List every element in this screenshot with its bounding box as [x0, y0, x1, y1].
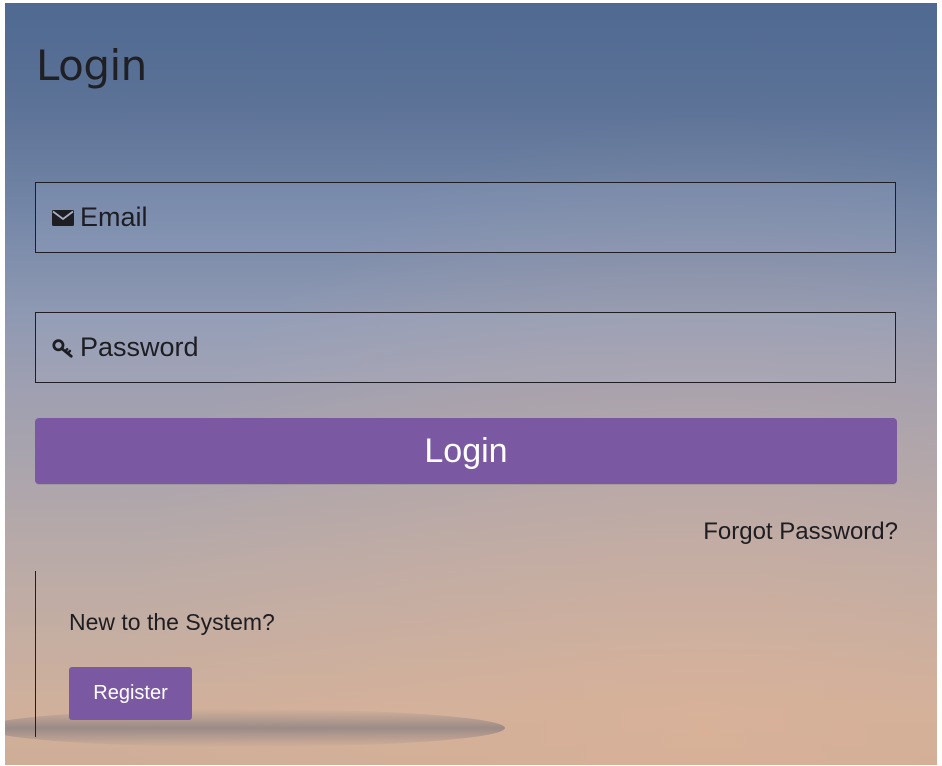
envelope-icon	[52, 207, 74, 229]
register-button[interactable]: Register	[69, 667, 192, 720]
login-page: Login Login Forgot Password? New to the …	[5, 3, 937, 765]
forgot-password-link[interactable]: Forgot Password?	[703, 518, 898, 546]
key-icon	[52, 337, 74, 359]
password-input[interactable]	[80, 332, 840, 363]
page-title: Login	[36, 41, 147, 90]
login-button[interactable]: Login	[35, 418, 897, 484]
register-section: New to the System? Register	[35, 571, 356, 737]
password-field[interactable]	[35, 312, 896, 383]
register-prompt: New to the System?	[69, 609, 275, 635]
email-field[interactable]	[35, 182, 896, 253]
email-input[interactable]	[80, 202, 840, 233]
